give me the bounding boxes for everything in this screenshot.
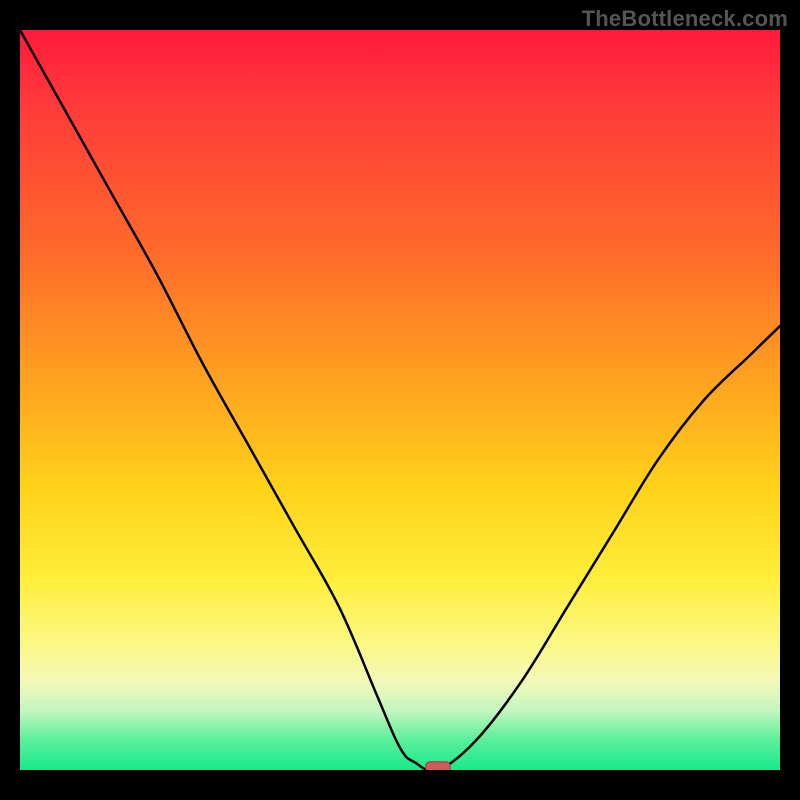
plot-area [20, 30, 780, 770]
bottleneck-curve [20, 30, 780, 770]
chart-frame: TheBottleneck.com [0, 0, 800, 800]
curve-svg [20, 30, 780, 770]
watermark-text: TheBottleneck.com [582, 6, 788, 32]
minimum-marker [426, 762, 450, 770]
